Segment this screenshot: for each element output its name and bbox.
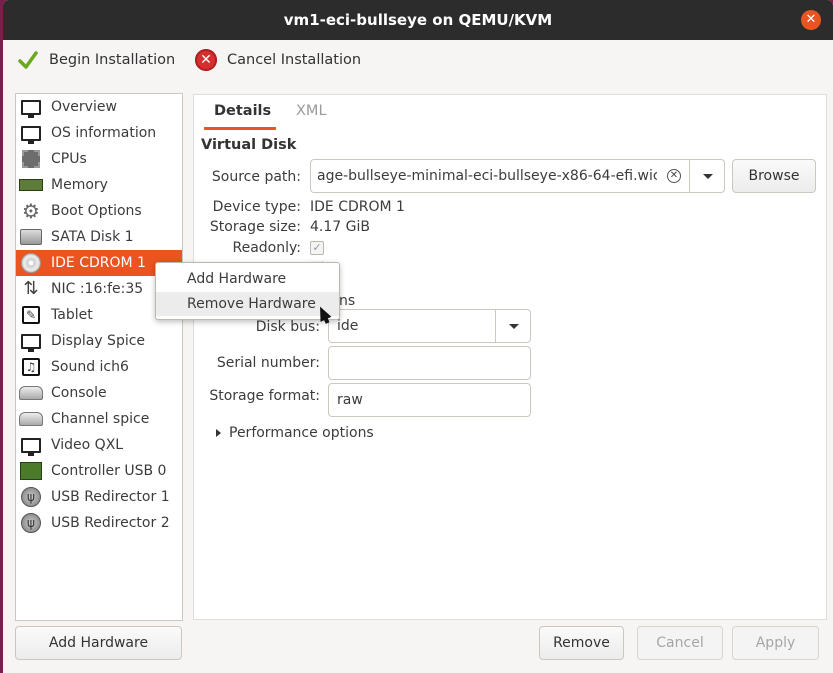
serial-icon <box>19 382 43 404</box>
apply-button[interactable]: Apply <box>732 626 819 660</box>
sidebar-item-usb-redirector-1[interactable]: ψ USB Redirector 1 <box>16 484 182 510</box>
cancel-icon: ✕ <box>195 49 217 71</box>
sidebar-item-boot-options[interactable]: ⚙ Boot Options <box>16 198 182 224</box>
sidebar-item-overview[interactable]: Overview <box>16 94 182 120</box>
cdrom-icon <box>19 252 43 274</box>
advanced-options-partial: ns <box>339 293 356 309</box>
usb-icon: ψ <box>19 512 43 534</box>
close-icon[interactable]: ✕ <box>801 10 821 30</box>
menu-item-add-hardware[interactable]: Add Hardware <box>156 267 339 291</box>
hardware-list[interactable]: Overview OS information CPUs Memory ⚙ Bo… <box>15 93 183 621</box>
sidebar-item-sata-disk-1[interactable]: SATA Disk 1 <box>16 224 182 250</box>
sidebar-item-label: Controller USB 0 <box>51 463 167 479</box>
context-menu: Add Hardware Remove Hardware <box>155 262 340 320</box>
sidebar-item-memory[interactable]: Memory <box>16 172 182 198</box>
source-path-field[interactable]: age-bullseye-minimal-eci-bullseye-x86-64… <box>310 159 690 193</box>
tab-xml[interactable]: XML <box>296 103 327 119</box>
source-path-dropdown[interactable] <box>689 159 725 193</box>
sidebar-item-label: CPUs <box>51 151 87 167</box>
storage-size-label: Storage size: <box>209 219 301 235</box>
usb-icon: ψ <box>19 486 43 508</box>
tab-details[interactable]: Details <box>214 103 271 119</box>
cancel-installation-label: Cancel Installation <box>227 52 362 68</box>
sidebar-item-label: Display Spice <box>51 333 146 349</box>
disk-bus-value: ide <box>337 318 359 334</box>
add-hardware-button[interactable]: Add Hardware <box>15 626 182 660</box>
serial-number-input[interactable] <box>328 346 531 380</box>
sidebar-item-label: NIC :16:fe:35 <box>51 281 144 297</box>
details-panel: Details XML Virtual Disk Source path: ag… <box>193 94 827 620</box>
browse-button[interactable]: Browse <box>732 159 816 193</box>
sidebar-item-sound-ich6[interactable]: ♫ Sound ich6 <box>16 354 182 380</box>
sidebar-item-label: Memory <box>51 177 108 193</box>
cancel-installation-button[interactable]: ✕ Cancel Installation <box>195 48 361 72</box>
serial-number-label: Serial number: <box>216 355 320 371</box>
sidebar-item-cpus[interactable]: CPUs <box>16 146 182 172</box>
disk-bus-label: Disk bus: <box>255 319 320 335</box>
device-type-label: Device type: <box>212 199 301 215</box>
remove-button[interactable]: Remove <box>539 626 624 660</box>
storage-format-label: Storage format: <box>209 388 320 404</box>
sidebar-item-label: SATA Disk 1 <box>51 229 134 245</box>
begin-installation-label: Begin Installation <box>49 52 176 68</box>
title-bar[interactable]: vm1-eci-bullseye on QEMU/KVM ✕ <box>3 0 833 40</box>
sidebar-item-label: Channel spice <box>51 411 150 427</box>
serial-icon <box>19 408 43 430</box>
active-tab-indicator <box>204 127 276 130</box>
network-icon: ⇅ <box>23 278 39 299</box>
sidebar-item-label: Tablet <box>51 307 93 323</box>
disk-bus-dropdown[interactable] <box>495 309 531 343</box>
sidebar-item-display-spice[interactable]: Display Spice <box>16 328 182 354</box>
monitor-icon <box>19 434 43 456</box>
sidebar-item-os-information[interactable]: OS information <box>16 120 182 146</box>
sidebar-item-usb-redirector-2[interactable]: ψ USB Redirector 2 <box>16 510 182 536</box>
storage-size-value: 4.17 GiB <box>310 219 370 235</box>
gears-icon: ⚙ <box>22 199 40 223</box>
disk-icon <box>19 226 43 248</box>
menu-item-label: Remove Hardware <box>187 296 316 312</box>
tablet-icon: ✎ <box>19 304 43 326</box>
performance-options-label: Performance options <box>229 425 374 441</box>
sidebar-item-label: USB Redirector 2 <box>51 515 170 531</box>
monitor-icon <box>19 96 43 118</box>
cancel-button[interactable]: Cancel <box>637 626 723 660</box>
clear-icon[interactable]: ✕ <box>667 169 681 183</box>
sidebar-item-controller-usb-0[interactable]: Controller USB 0 <box>16 458 182 484</box>
sidebar-item-label: Video QXL <box>51 437 124 453</box>
device-type-value: IDE CDROM 1 <box>310 199 405 215</box>
sidebar-item-label: IDE CDROM 1 <box>51 255 146 271</box>
menu-item-remove-hardware[interactable]: Remove Hardware <box>156 292 339 316</box>
sidebar-item-label: OS information <box>51 125 157 141</box>
sidebar-item-label: Boot Options <box>51 203 142 219</box>
check-icon <box>18 51 38 69</box>
controller-icon <box>19 460 43 482</box>
virtual-disk-title: Virtual Disk <box>201 137 297 153</box>
sidebar-item-label: Overview <box>51 99 117 115</box>
dialog-window: vm1-eci-bullseye on QEMU/KVM ✕ Begin Ins… <box>3 0 833 673</box>
disk-bus-select[interactable]: ide <box>328 309 496 343</box>
sound-icon: ♫ <box>19 356 43 378</box>
source-path-value: age-bullseye-minimal-eci-bullseye-x86-64… <box>317 168 657 184</box>
performance-options-expander[interactable]: Performance options <box>216 425 374 441</box>
sidebar-item-video-qxl[interactable]: Video QXL <box>16 432 182 458</box>
readonly-label: Readonly: <box>232 240 302 256</box>
sidebar-item-channel-spice[interactable]: Channel spice <box>16 406 182 432</box>
monitor-icon <box>19 330 43 352</box>
storage-format-value: raw <box>337 392 363 408</box>
sidebar-item-label: Console <box>51 385 107 401</box>
sidebar-item-label: USB Redirector 1 <box>51 489 170 505</box>
sidebar-item-console[interactable]: Console <box>16 380 182 406</box>
menu-item-label: Add Hardware <box>187 271 287 287</box>
cpu-icon <box>19 148 43 170</box>
monitor-icon <box>19 122 43 144</box>
begin-installation-button[interactable]: Begin Installation <box>17 48 175 72</box>
window-title: vm1-eci-bullseye on QEMU/KVM <box>283 11 553 29</box>
storage-format-input[interactable]: raw <box>328 383 531 417</box>
readonly-checkbox[interactable]: ✓ <box>310 241 324 255</box>
memory-icon <box>19 174 43 196</box>
sidebar-item-label: Sound ich6 <box>51 359 129 375</box>
source-path-label: Source path: <box>211 169 301 185</box>
expander-arrow-icon <box>216 429 221 437</box>
